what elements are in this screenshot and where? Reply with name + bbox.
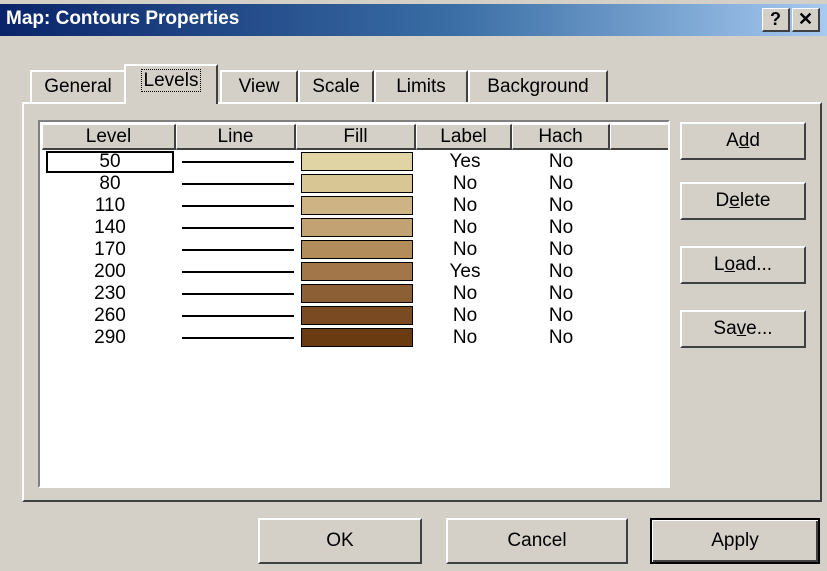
line-style-sample <box>182 293 294 295</box>
level-value: 50 <box>46 151 174 173</box>
level-value: 200 <box>94 261 126 282</box>
hach-value: No <box>548 305 574 326</box>
tab-label: View <box>238 76 280 97</box>
table-row[interactable]: 290 No No <box>42 327 668 349</box>
label-value: No <box>452 239 478 260</box>
ok-button[interactable]: OK <box>258 518 422 564</box>
hach-value: No <box>548 151 574 172</box>
column-label: Hach <box>538 126 583 147</box>
label-value: No <box>452 283 478 304</box>
table-row[interactable]: 110 No No <box>42 195 668 217</box>
tab-limits[interactable]: Limits <box>374 70 468 103</box>
close-button[interactable]: ✕ <box>792 8 820 32</box>
column-header-fill[interactable]: Fill <box>296 124 416 150</box>
ok-label: OK <box>326 530 354 551</box>
hach-value: No <box>548 239 574 260</box>
label-value: No <box>452 173 478 194</box>
line-style-sample <box>182 337 294 339</box>
column-header-hach[interactable]: Hach <box>512 124 610 150</box>
help-button[interactable]: ? <box>762 8 790 32</box>
level-value: 110 <box>94 195 126 216</box>
close-x-icon: ✕ <box>797 9 814 29</box>
tab-label: General <box>44 76 112 97</box>
table-row[interactable]: 50 Yes No <box>42 151 668 173</box>
fill-color-swatch <box>301 240 413 259</box>
line-style-sample <box>182 161 294 163</box>
level-value: 170 <box>94 239 126 260</box>
hach-value: No <box>548 283 574 304</box>
fill-color-swatch <box>301 262 413 281</box>
line-style-sample <box>182 249 294 251</box>
tab-label: Limits <box>396 76 446 97</box>
fill-color-swatch <box>301 196 413 215</box>
column-header-line[interactable]: Line <box>176 124 296 150</box>
hach-value: No <box>548 327 574 348</box>
levels-list[interactable]: Level Line Fill Label Hach 50 Yes No 80 No No… <box>38 120 670 488</box>
table-row[interactable]: 80 No No <box>42 173 668 195</box>
title-bar[interactable]: Map: Contours Properties ? ✕ <box>0 4 827 36</box>
tab-label: Background <box>487 76 589 97</box>
fill-color-swatch <box>301 328 413 347</box>
cancel-label: Cancel <box>507 530 567 551</box>
fill-color-swatch <box>301 284 413 303</box>
table-row[interactable]: 200 Yes No <box>42 261 668 283</box>
hach-value: No <box>548 173 574 194</box>
hach-value: No <box>548 261 574 282</box>
tab-general[interactable]: General <box>30 70 126 103</box>
hach-value: No <box>548 217 574 238</box>
line-style-sample <box>182 271 294 273</box>
tab-view[interactable]: View <box>220 70 298 103</box>
label-value: No <box>452 217 478 238</box>
label-value: Yes <box>449 151 481 172</box>
column-label: Level <box>85 126 132 147</box>
fill-color-swatch <box>301 152 413 171</box>
window-title: Map: Contours Properties <box>6 8 240 29</box>
fill-color-swatch <box>301 174 413 193</box>
cancel-button[interactable]: Cancel <box>446 518 628 564</box>
hach-value: No <box>548 195 574 216</box>
level-value: 80 <box>99 173 121 194</box>
line-style-sample <box>182 227 294 229</box>
line-style-sample <box>182 183 294 185</box>
column-label: Label <box>440 126 487 147</box>
properties-dialog: Map: Contours Properties ? ✕ General Lev… <box>0 0 827 571</box>
level-value: 230 <box>94 283 126 304</box>
column-header-level[interactable]: Level <box>42 124 176 150</box>
apply-label: Apply <box>711 530 759 551</box>
tab-scale[interactable]: Scale <box>298 70 374 103</box>
label-value: No <box>452 305 478 326</box>
level-value: 260 <box>94 305 126 326</box>
level-value: 140 <box>94 217 126 238</box>
tab-label: Scale <box>312 76 360 97</box>
level-value: 290 <box>94 327 126 348</box>
table-row[interactable]: 260 No No <box>42 305 668 327</box>
line-style-sample <box>182 205 294 207</box>
apply-button[interactable]: Apply <box>650 518 820 564</box>
label-value: No <box>452 327 478 348</box>
label-value: No <box>452 195 478 216</box>
tab-levels[interactable]: Levels <box>124 64 218 104</box>
table-row[interactable]: 140 No No <box>42 217 668 239</box>
label-value: Yes <box>449 261 481 282</box>
tab-label: Levels <box>140 69 202 92</box>
help-question-icon: ? <box>770 9 781 29</box>
line-style-sample <box>182 315 294 317</box>
fill-color-swatch <box>301 218 413 237</box>
table-row[interactable]: 230 No No <box>42 283 668 305</box>
column-label: Fill <box>343 126 368 147</box>
column-label: Line <box>217 126 254 147</box>
tab-background[interactable]: Background <box>468 70 608 103</box>
fill-color-swatch <box>301 306 413 325</box>
column-header-label[interactable]: Label <box>416 124 512 150</box>
column-header-extra[interactable] <box>610 124 668 150</box>
table-row[interactable]: 170 No No <box>42 239 668 261</box>
